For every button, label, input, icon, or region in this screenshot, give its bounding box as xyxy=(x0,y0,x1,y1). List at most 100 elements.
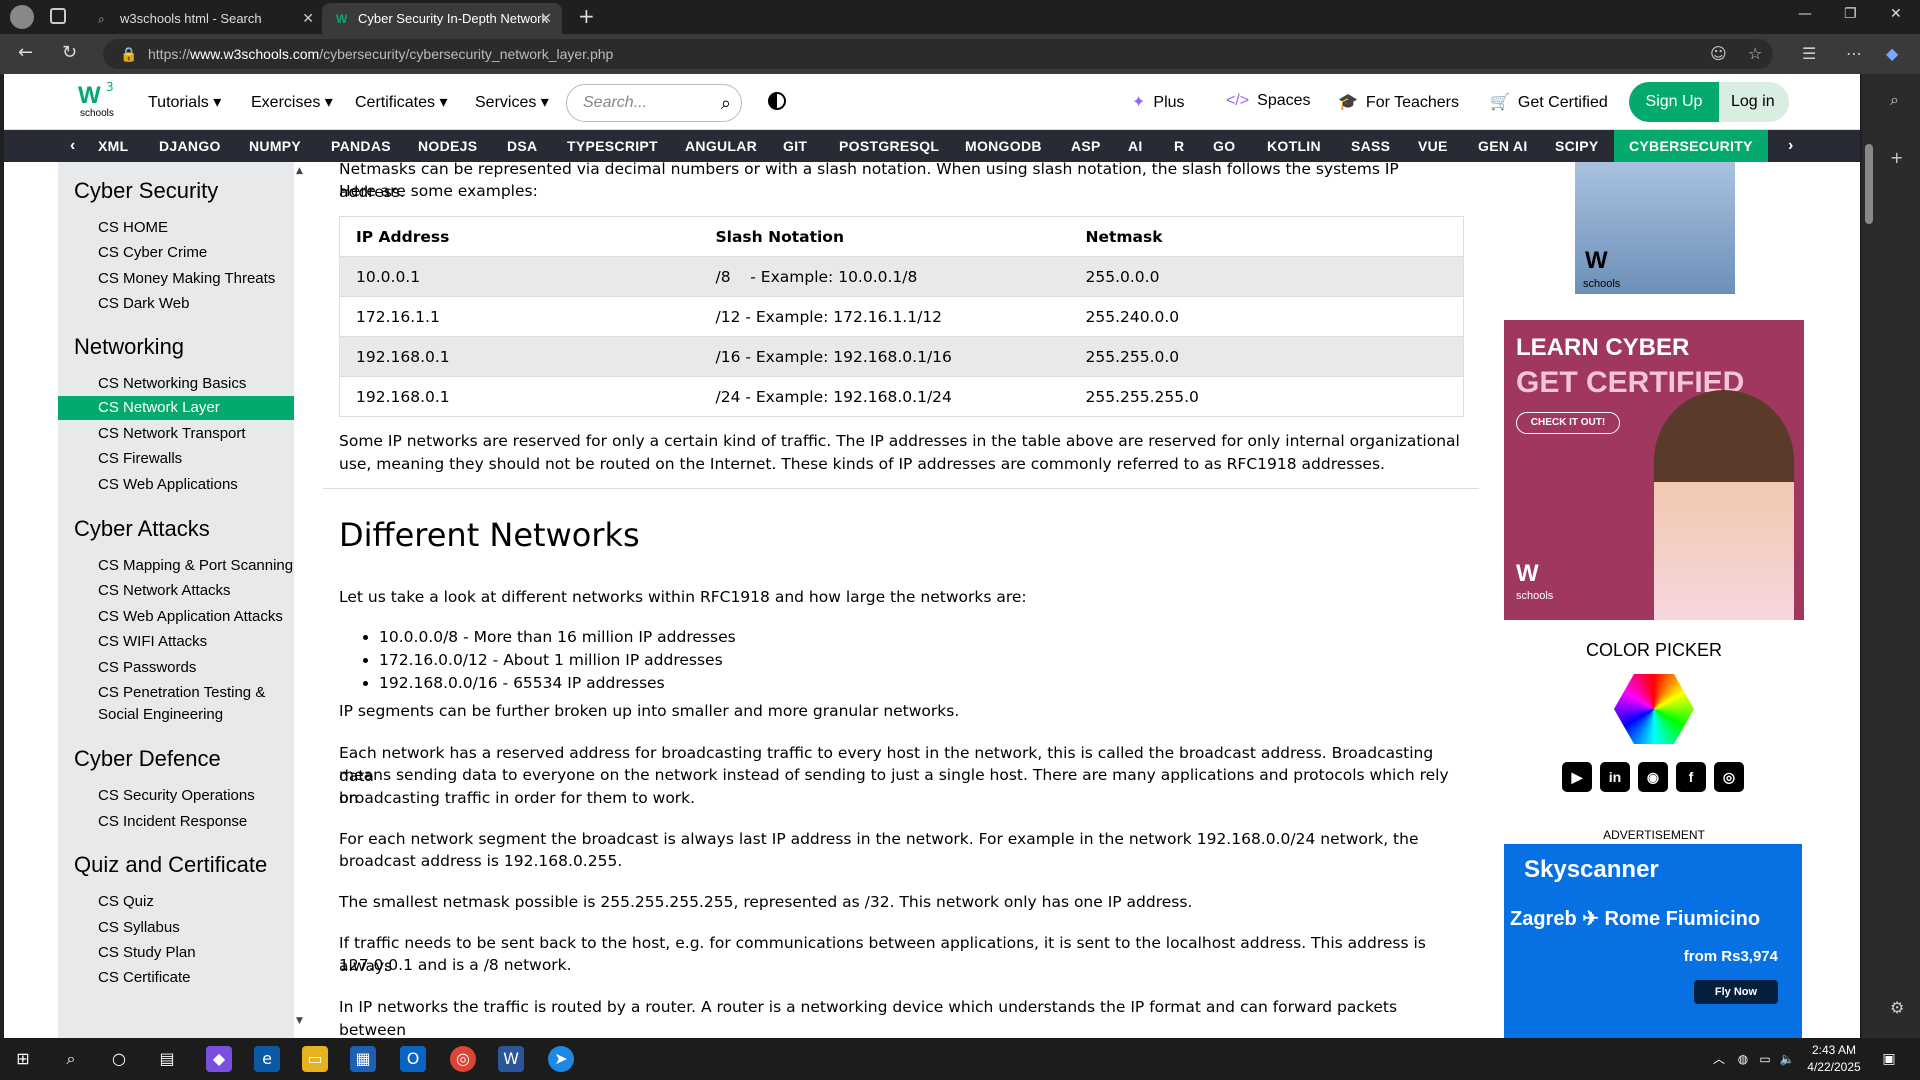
scrollbar-thumb[interactable] xyxy=(1865,144,1873,224)
sidebar-scroll-down-icon[interactable]: ▼ xyxy=(296,1016,303,1026)
sidebar-item-syllabus[interactable]: CS Syllabus xyxy=(58,916,294,940)
sidebar-item-cs-home[interactable]: CS HOME xyxy=(58,216,294,240)
copilot-icon[interactable]: ◆ xyxy=(1886,44,1898,63)
subnav-cybersecurity[interactable]: CYBERSECURITY xyxy=(1614,130,1768,162)
app-icon[interactable]: ➤ xyxy=(548,1046,574,1072)
clock-time: 2:43 AM xyxy=(1811,1043,1857,1057)
ad-learn-cyber[interactable]: LEARN CYBER GET CERTIFIED CHECK IT OUT! … xyxy=(1504,320,1804,620)
reader-icon[interactable]: ☺ xyxy=(1710,44,1727,63)
ad-banner-top[interactable]: W schools xyxy=(1575,162,1735,294)
sidebar-item-web-applications[interactable]: CS Web Applications xyxy=(58,473,294,497)
subnav-numpy[interactable]: NUMPY xyxy=(249,130,301,162)
restore-icon[interactable]: ❐ xyxy=(1844,6,1857,22)
chrome-icon[interactable]: ◎ xyxy=(450,1046,476,1072)
sidebar-item-incident-response[interactable]: CS Incident Response xyxy=(58,810,294,834)
sidebar-item-certificate[interactable]: CS Certificate xyxy=(58,966,294,990)
new-tab-icon[interactable]: + xyxy=(578,4,595,28)
sidebar-item-firewalls[interactable]: CS Firewalls xyxy=(58,447,294,471)
fly-now-button[interactable]: Fly Now xyxy=(1694,980,1778,1004)
sidebar-item-network-layer[interactable]: CS Network Layer xyxy=(58,396,294,420)
search-input[interactable]: Search... ⌕ xyxy=(566,84,742,122)
for-teachers-link[interactable]: 🎓 For Teachers xyxy=(1338,92,1459,112)
subnav-xml[interactable]: XML xyxy=(98,130,128,162)
menu-tutorials[interactable]: Tutorials ▾ xyxy=(148,92,221,112)
profile-avatar[interactable] xyxy=(10,5,34,29)
sidebar-item-networking-basics[interactable]: CS Networking Basics xyxy=(58,372,294,396)
add-icon[interactable]: + xyxy=(1890,148,1903,167)
subnav-scipy[interactable]: SCIPY xyxy=(1555,130,1599,162)
sidebar-item-study-plan[interactable]: CS Study Plan xyxy=(58,941,294,965)
spaces-link[interactable]: </> Spaces xyxy=(1226,92,1311,110)
instagram-icon[interactable]: ◎ xyxy=(1714,762,1744,792)
plus-link[interactable]: ✦ Plus xyxy=(1132,92,1185,112)
tab-search[interactable]: ⌕ w3schools html - Search ✕ xyxy=(84,3,324,34)
teachers-label: For Teachers xyxy=(1365,94,1459,111)
menu-certificates[interactable]: Certificates ▾ xyxy=(355,92,448,112)
page-scrollbar[interactable] xyxy=(1862,74,1876,1038)
log-in-button[interactable]: Log in xyxy=(1719,82,1789,122)
notification-icon[interactable]: ▣ xyxy=(1876,1046,1902,1072)
linkedin-icon[interactable]: in xyxy=(1600,762,1630,792)
sidebar-item-pentest[interactable]: CS Penetration Testing & xyxy=(58,681,294,705)
minimize-icon[interactable]: — xyxy=(1798,6,1812,22)
windows-start-icon[interactable]: ⊞ xyxy=(10,1046,36,1072)
search-icon[interactable]: ⌕ xyxy=(1890,90,1899,110)
sidebar-item-network-attacks[interactable]: CS Network Attacks xyxy=(58,579,294,603)
sidebar-item-mapping[interactable]: CS Mapping & Port Scanning xyxy=(58,554,294,578)
word-icon[interactable]: W xyxy=(498,1046,524,1072)
get-certified-link[interactable]: 🛒 Get Certified xyxy=(1490,92,1608,112)
cortana-icon[interactable]: ○ xyxy=(106,1046,132,1072)
more-icon[interactable]: ⋯ xyxy=(1846,44,1862,63)
sidebar-item-dark-web[interactable]: CS Dark Web xyxy=(58,292,294,316)
tray-chevron-icon[interactable]: ︿ xyxy=(1706,1046,1732,1072)
w3schools-logo[interactable]: W 3 schools xyxy=(76,80,122,122)
chevron-right-icon[interactable]: › xyxy=(1788,130,1794,162)
subnav-django[interactable]: DJANGO xyxy=(159,130,221,162)
close-icon[interactable]: ✕ xyxy=(302,3,314,34)
facebook-icon[interactable]: f xyxy=(1676,762,1706,792)
favorite-star-icon[interactable]: ☆ xyxy=(1748,44,1762,63)
color-picker-icon[interactable] xyxy=(1614,674,1694,744)
sidebar-scroll-up-icon[interactable]: ▲ xyxy=(296,166,303,176)
sidebar-item-wifi-attacks[interactable]: CS WIFI Attacks xyxy=(58,630,294,654)
system-clock[interactable]: 2:43 AM 4/22/2025 xyxy=(1798,1042,1870,1076)
close-window-icon[interactable]: ✕ xyxy=(1890,6,1902,22)
refresh-icon[interactable]: ↻ xyxy=(62,42,77,63)
subnav-gen-ai[interactable]: GEN AI xyxy=(1478,130,1528,162)
sign-up-button[interactable]: Sign Up xyxy=(1629,82,1719,122)
sidebar-item-web-app-attacks[interactable]: CS Web Application Attacks xyxy=(58,605,294,629)
copilot-icon[interactable]: ◆ xyxy=(206,1046,232,1072)
menu-services[interactable]: Services ▾ xyxy=(475,92,549,112)
volume-icon[interactable]: 🔈 xyxy=(1774,1046,1800,1072)
sidebar-item-money-making[interactable]: CS Money Making Threats xyxy=(58,267,294,291)
search-icon[interactable]: ⌕ xyxy=(58,1046,84,1072)
store-icon[interactable]: ▦ xyxy=(350,1046,376,1072)
favorites-icon[interactable]: ☰ xyxy=(1802,44,1816,63)
settings-icon[interactable]: ⚙ xyxy=(1890,998,1904,1017)
back-icon[interactable]: ← xyxy=(18,42,33,63)
youtube-icon[interactable]: ▶ xyxy=(1562,762,1592,792)
address-bar[interactable]: 🔒 https://www.w3schools.com/cybersecurit… xyxy=(103,39,1773,69)
close-icon[interactable]: ✕ xyxy=(540,3,552,34)
tab-actions-icon[interactable] xyxy=(50,8,66,24)
outlook-icon[interactable]: O xyxy=(400,1046,426,1072)
sidebar-item-cyber-crime[interactable]: CS Cyber Crime xyxy=(58,241,294,265)
sidebar-item-social-engineering[interactable]: Social Engineering xyxy=(58,703,294,727)
table-cell: 255.240.0.0 xyxy=(1069,296,1464,337)
sidebar-item-passwords[interactable]: CS Passwords xyxy=(58,656,294,680)
sidebar-item-network-transport[interactable]: CS Network Transport xyxy=(58,422,294,446)
search-icon[interactable]: ⌕ xyxy=(721,85,731,121)
sidebar-item-security-operations[interactable]: CS Security Operations xyxy=(58,784,294,808)
file-explorer-icon[interactable]: ▭ xyxy=(302,1046,328,1072)
dark-mode-toggle-icon[interactable] xyxy=(768,92,786,110)
section-heading: Different Networks xyxy=(339,516,640,554)
edge-icon[interactable]: e xyxy=(254,1046,280,1072)
task-view-icon[interactable]: ▤ xyxy=(154,1046,180,1072)
tab-cybersecurity[interactable]: W Cyber Security In-Depth Network ✕ xyxy=(322,3,562,34)
menu-exercises[interactable]: Exercises ▾ xyxy=(251,92,333,112)
discord-icon[interactable]: ◉ xyxy=(1638,762,1668,792)
sidebar-item-quiz[interactable]: CS Quiz xyxy=(58,890,294,914)
ad-skyscanner[interactable]: Skyscanner Zagreb ✈ Rome Fiumicino from … xyxy=(1504,844,1802,1038)
chevron-left-icon[interactable]: ‹ xyxy=(70,130,76,162)
check-it-out-button[interactable]: CHECK IT OUT! xyxy=(1516,412,1620,434)
